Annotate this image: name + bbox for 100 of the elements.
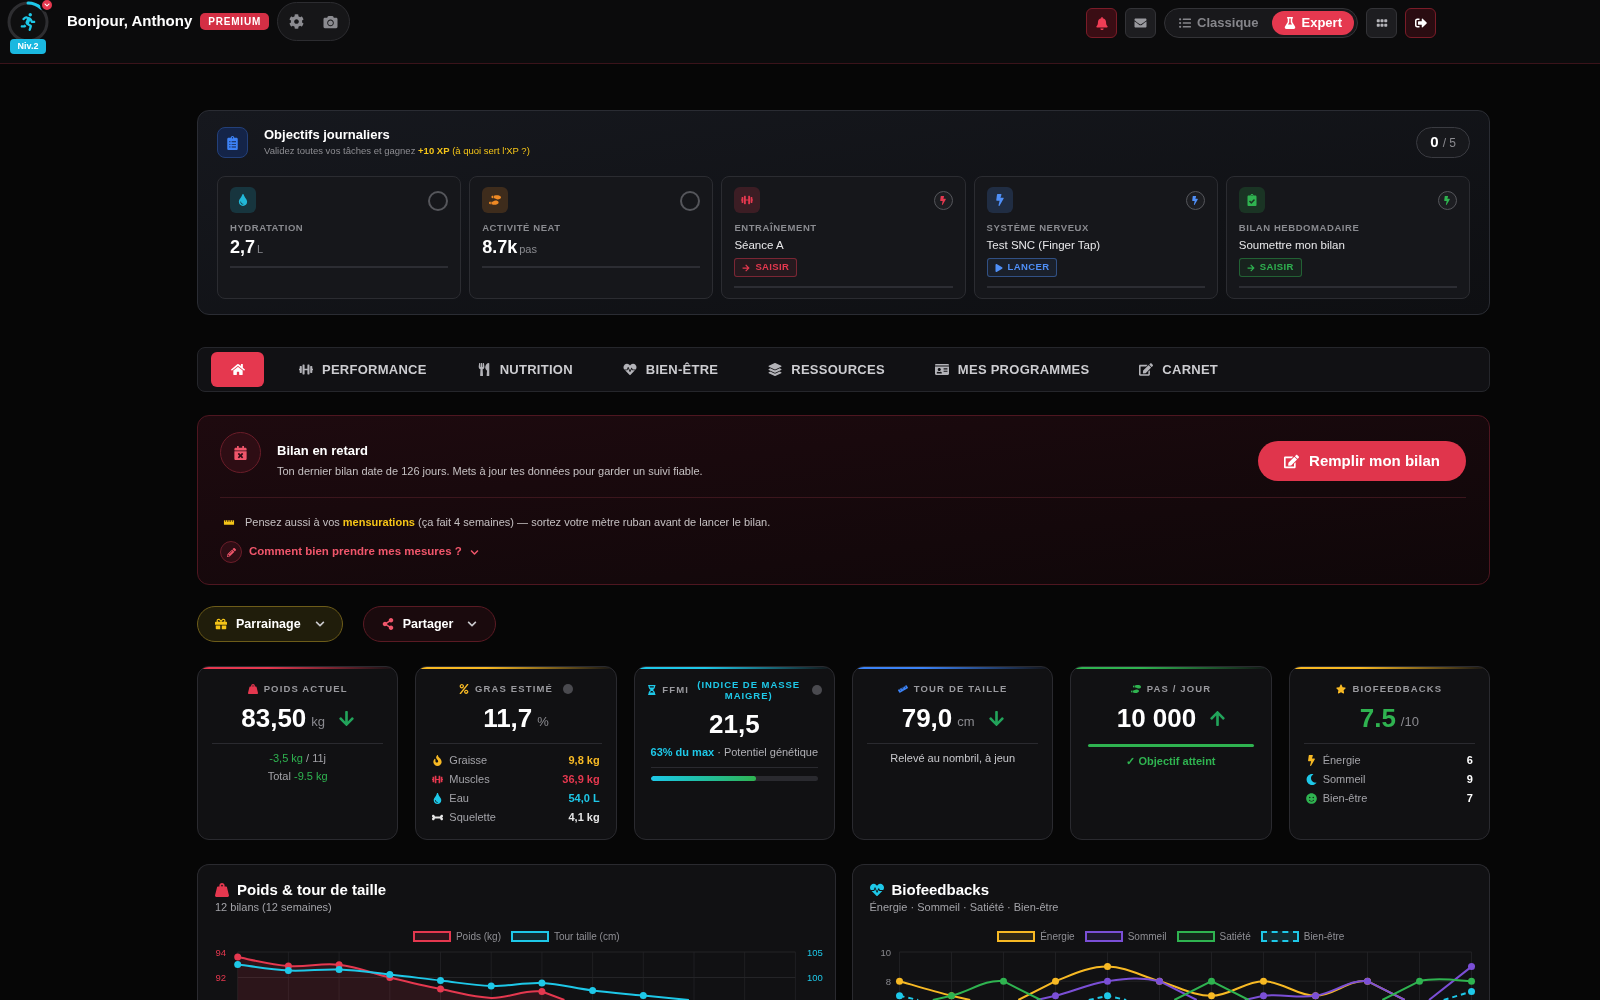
data-point — [895, 992, 903, 1000]
data-point — [1259, 992, 1267, 1000]
task-label: ENTRAÎNEMENT — [734, 222, 818, 234]
legend-label: Satiété — [1219, 929, 1251, 944]
legend-label: Tour taille (cm) — [553, 929, 620, 944]
stat-value: 21,5 — [709, 709, 760, 739]
data-point — [1415, 977, 1423, 985]
reminder-text: Pensez aussi à vos mensurations (ça fait 4 semaines) — sortez votre mètre ruban avant de lancer le bilan. — [245, 515, 771, 529]
done-count: 0 — [1430, 132, 1439, 153]
stat-unit: cm — [957, 712, 975, 731]
data-point — [1467, 987, 1475, 995]
envelope-icon — [1134, 17, 1148, 29]
play-icon — [994, 263, 1003, 272]
nav-tab[interactable]: PERFORMANCE — [274, 352, 452, 387]
weight-icon — [215, 883, 229, 897]
task-unit: L — [257, 242, 264, 257]
stat-value: 10 000 — [1116, 703, 1197, 733]
card-icon — [934, 363, 949, 376]
metric-label: Énergie — [1322, 753, 1361, 769]
axis-tick-label: 92 — [215, 972, 226, 983]
action-button[interactable]: SAISIR — [1238, 258, 1302, 277]
task-title: Séance A — [734, 238, 785, 252]
objectives-title: Objectifs journaliers — [264, 127, 391, 143]
apps-button[interactable] — [1366, 8, 1397, 38]
edit-icon — [1284, 453, 1300, 469]
task-title: Test SNC (Finger Tap) — [986, 238, 1102, 252]
data-point — [1103, 977, 1111, 985]
grid-icon — [1375, 17, 1388, 29]
chart-subtitle: Énergie · Sommeil · Satiété · Bien-être — [869, 900, 1060, 914]
data-point — [639, 992, 647, 999]
stat-value: 11,7 — [483, 703, 533, 733]
settings-icon[interactable] — [289, 14, 305, 29]
nav-tab[interactable]: CARNET — [1114, 352, 1244, 387]
chart-subtitle: 12 bilans (12 semaines) — [215, 900, 333, 914]
weight-change: -3,5 kg / 11j — [269, 751, 326, 766]
pencil-icon — [220, 541, 242, 563]
data-point — [589, 987, 597, 994]
axis-tick-label: 8 — [885, 975, 891, 987]
premium-badge: PREMIUM — [200, 13, 270, 30]
task-title: Soumettre mon bilan — [1238, 238, 1346, 252]
stat-label: PAS / JOUR — [1146, 683, 1212, 695]
logout-icon — [1414, 17, 1427, 29]
stat-value: 79,0 — [901, 703, 953, 733]
home-icon — [230, 363, 245, 376]
bell-icon — [1095, 16, 1108, 30]
data-point — [487, 982, 495, 990]
data-point — [1051, 992, 1059, 1000]
measure-help-link[interactable]: Comment bien prendre mes mesures ? — [249, 543, 479, 561]
stat-label: BIOFEEDBACKS — [1352, 683, 1443, 695]
ffmi-note: 63% du max · Potentiel génétique — [650, 745, 819, 759]
edit-icon — [1139, 363, 1154, 376]
stat-value: 83,50 — [241, 703, 307, 733]
action-button[interactable]: LANCER — [986, 258, 1058, 277]
messages-button[interactable] — [1125, 8, 1157, 38]
stat-unit: % — [537, 712, 549, 731]
task-label: BILAN HEBDOMADAIRE — [1238, 222, 1361, 234]
share-button[interactable]: Partager — [362, 606, 497, 642]
stat-sublabel: (INDICE DE MASSE MAIGRE) — [696, 679, 802, 701]
nav-tab[interactable]: RESSOURCES — [743, 352, 910, 387]
stat-unit: kg — [311, 712, 326, 731]
xp-help-link[interactable]: (à quoi sert l'XP ?) — [452, 145, 530, 156]
metric-value: 4,1 kg — [568, 810, 600, 826]
camera-icon[interactable] — [323, 14, 339, 29]
objectives-subtitle: Validez toutes vos tâches et gagnez +10 XP (à quoi sert l'XP ?) — [264, 145, 530, 157]
metric-value: 7 — [1466, 791, 1473, 807]
list-icon — [1179, 17, 1192, 29]
chevron-down-icon[interactable] — [40, 0, 54, 12]
task-label: HYDRATATION — [230, 222, 305, 234]
fork-knife-icon — [476, 363, 491, 376]
axis-tick-label: 100 — [807, 971, 823, 983]
layers-icon — [768, 363, 783, 376]
logout-button[interactable] — [1405, 8, 1436, 38]
nav-tab[interactable]: BIEN-ÊTRE — [597, 352, 744, 387]
task-value: 8.7k — [482, 237, 518, 258]
stat-label: FFMI — [662, 684, 689, 696]
metric-value: 9,8 kg — [568, 753, 600, 769]
notifications-button[interactable] — [1086, 8, 1118, 38]
arrow-right-icon — [1246, 263, 1255, 272]
gift-icon — [215, 618, 227, 630]
lightning-icon — [1438, 191, 1457, 210]
weight-total: Total -9.5 kg — [267, 769, 328, 784]
stat-label: GRAS ESTIMÉ — [475, 683, 553, 695]
legend-label: Poids (kg) — [455, 929, 501, 944]
checkbox[interactable] — [680, 191, 701, 211]
metric-value: 9 — [1466, 772, 1473, 788]
checkbox[interactable] — [428, 191, 449, 211]
mode-tab[interactable]: Classique — [1168, 11, 1270, 35]
chart-title: Biofeedbacks — [891, 881, 990, 899]
lightning-icon — [1185, 191, 1205, 210]
task-label: ACTIVITÉ NEAT — [482, 222, 562, 234]
alert-message: Ton dernier bilan date de 126 jours. Mets à jour tes données pour garder un suivi fiable. — [277, 464, 703, 478]
action-button[interactable]: SAISIR — [734, 258, 798, 277]
nav-tab[interactable]: MES PROGRAMMES — [909, 352, 1115, 387]
nav-tab[interactable] — [211, 352, 264, 387]
mode-tab[interactable]: Expert — [1271, 11, 1354, 35]
referral-button[interactable]: Parrainage — [197, 606, 343, 642]
data-point — [1259, 977, 1267, 985]
flask-icon — [1283, 17, 1296, 29]
nav-tab[interactable]: NUTRITION — [451, 352, 598, 387]
fill-report-button[interactable]: Remplir mon bilan — [1258, 441, 1466, 481]
